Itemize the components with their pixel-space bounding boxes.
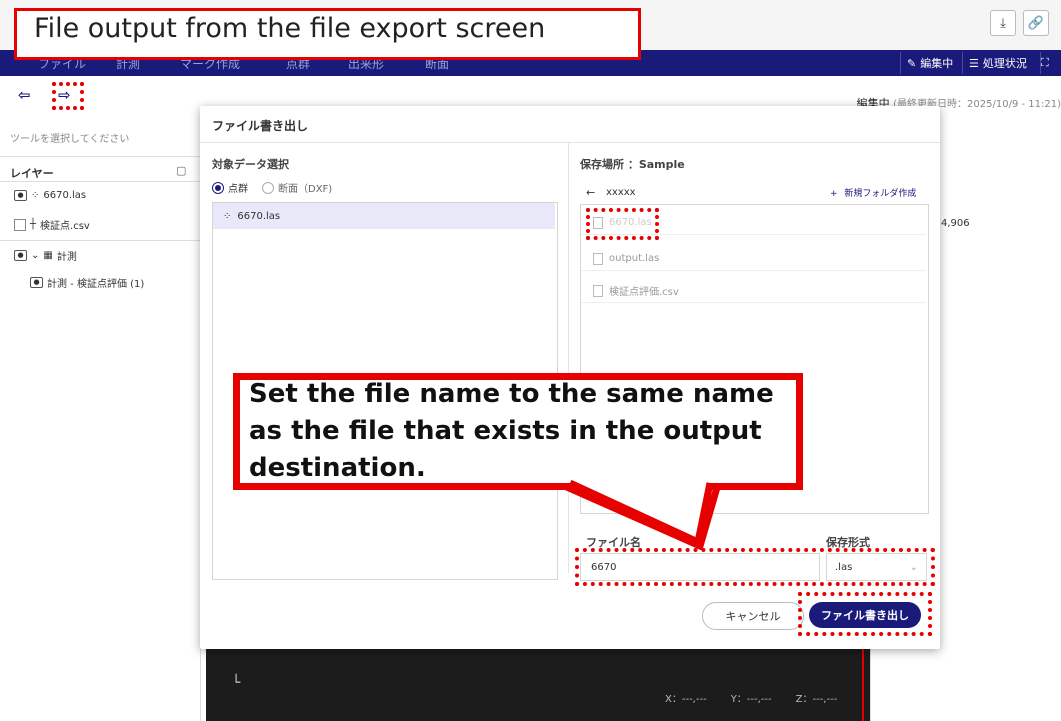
layer-label: 6670.las	[43, 190, 87, 201]
export-icon-highlight	[52, 82, 84, 110]
filename-format-highlight	[575, 548, 935, 586]
export-button-highlight	[798, 592, 932, 636]
layer-label: 計測 - 検証点評価 (1)	[47, 279, 145, 290]
top-callout-text: File output from the file export screen	[34, 13, 546, 44]
layer-item[interactable]: ● 計測 - 検証点評価 (1)	[0, 275, 230, 290]
layer-group[interactable]: ● ⌄ ▦ 計測	[0, 248, 214, 263]
table-icon: ▦	[43, 250, 53, 261]
file-import-icon[interactable]: ⇦	[18, 86, 38, 106]
z-coord: Z：---,---	[795, 694, 838, 705]
pointcloud-icon: ⁘	[223, 210, 232, 222]
pointcloud-icon: ⁘	[31, 190, 40, 201]
divider	[0, 240, 200, 241]
process-status-label: 処理状況	[982, 57, 1027, 70]
left-panel	[0, 121, 201, 721]
visibility-checkbox[interactable]	[14, 218, 26, 231]
save-location-title: 保存場所 ：Sample	[580, 158, 685, 171]
annotation-line	[862, 645, 864, 721]
eye-icon[interactable]: ●	[30, 277, 43, 288]
existing-file-highlight	[586, 208, 659, 240]
file-item[interactable]: 検証点評価.csv	[581, 279, 926, 303]
layer-item[interactable]: ┼ 検証点.csv	[0, 217, 214, 232]
layer-item[interactable]: ● ⁘ 6670.las	[0, 190, 214, 201]
3d-viewport[interactable]	[206, 640, 870, 721]
editing-button[interactable]: ✎ 編集中	[900, 52, 959, 74]
cancel-label: キャンセル	[725, 610, 781, 623]
divider	[200, 142, 940, 143]
link-icon[interactable]: 🔗	[1023, 10, 1049, 36]
file-icon	[593, 252, 603, 265]
process-status-button[interactable]: ☰ 処理状況	[962, 52, 1033, 74]
editing-label: 編集中	[920, 57, 954, 70]
data-type-radios: 点群 断面（DXF)	[212, 180, 332, 195]
layer-label: 計測	[56, 252, 77, 263]
new-layer-icon[interactable]: ▢	[176, 164, 186, 177]
layers-header: レイヤー	[10, 167, 54, 180]
new-folder-button[interactable]: + 新規フォルダ作成	[830, 186, 916, 199]
radio-pointcloud[interactable]	[212, 181, 224, 194]
radio-section[interactable]	[262, 181, 274, 194]
file-icon	[593, 284, 603, 297]
eye-icon[interactable]: ●	[14, 250, 27, 261]
layer-label: 検証点.csv	[40, 221, 90, 232]
file-item-label: output.las	[609, 253, 660, 264]
list-icon: ☰	[969, 56, 979, 70]
divider	[0, 156, 200, 157]
coordinate-readout: X：---,--- Y：---,--- Z：---,---	[665, 690, 837, 705]
value-text: 4,906	[941, 218, 970, 229]
point-icon: ┼	[30, 219, 37, 230]
fullscreen-icon[interactable]: ⛶	[1040, 52, 1061, 74]
x-coord: X：---,---	[665, 694, 707, 705]
pencil-icon: ✎	[907, 56, 917, 70]
target-data-title: 対象データ選択	[212, 158, 289, 171]
file-item[interactable]: output.las	[581, 247, 926, 271]
download-icon[interactable]: ⤓	[990, 10, 1016, 36]
target-data-item-label: 6670.las	[237, 210, 281, 222]
eye-icon[interactable]: ●	[14, 190, 27, 201]
file-item-label: 検証点評価.csv	[609, 287, 679, 298]
radio-section-label: 断面（DXF)	[278, 184, 333, 195]
current-folder-name: xxxxx	[606, 187, 636, 198]
main-callout-text: Set the file name to the same name as th…	[249, 379, 774, 483]
cancel-button[interactable]: キャンセル	[702, 602, 804, 630]
callout-pointer-tail	[568, 480, 714, 546]
divider	[0, 181, 200, 182]
y-coord: Y：---,---	[730, 694, 772, 705]
new-folder-label: 新規フォルダ作成	[844, 189, 917, 199]
radio-pointcloud-label: 点群	[228, 184, 248, 195]
back-arrow-icon[interactable]: ←	[586, 186, 595, 199]
dialog-title: ファイル書き出し	[212, 119, 309, 133]
axis-icon: └	[232, 675, 241, 691]
target-data-item[interactable]: ⁘ 6670.las	[213, 203, 555, 229]
tool-prompt: ツールを選択してください	[10, 134, 130, 145]
chevron-down-icon[interactable]: ⌄	[31, 250, 39, 261]
plus-icon: +	[830, 189, 838, 199]
